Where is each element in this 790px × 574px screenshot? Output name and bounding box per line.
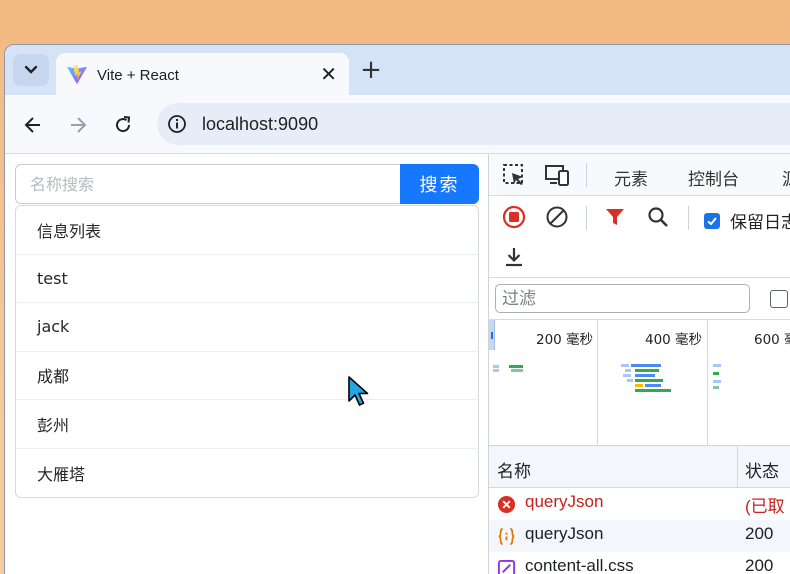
list-item[interactable]: 信息列表 (16, 206, 478, 255)
address-bar[interactable]: localhost:9090 (157, 103, 790, 145)
error-icon (497, 495, 516, 514)
devtools-tab-bar: 元素 控制台 源 (489, 154, 790, 196)
network-overview: 200 毫秒 400 毫秒 600 毫 (489, 320, 790, 446)
tab-search-button[interactable] (13, 54, 49, 86)
filter-input[interactable] (495, 284, 750, 313)
search-icon (648, 207, 668, 227)
request-status: 200 (745, 524, 774, 543)
filter-row (489, 278, 790, 320)
inspect-element-button[interactable] (501, 162, 527, 188)
timeline-column: 200 毫秒 (489, 320, 598, 445)
forward-button[interactable] (66, 113, 90, 137)
timeline-label: 600 毫 (754, 332, 790, 348)
tab-sources[interactable]: 源 (782, 165, 790, 190)
site-info-icon[interactable] (167, 114, 187, 134)
tab-close-button[interactable]: ✕ (320, 63, 337, 85)
search-input[interactable] (15, 164, 400, 204)
record-button[interactable] (501, 204, 527, 230)
preserve-log-toggle[interactable]: 保留日志 (704, 208, 790, 233)
request-name: queryJson (525, 524, 604, 543)
request-status: (已取 (745, 497, 785, 516)
new-tab-button[interactable]: + (357, 55, 385, 85)
clear-button[interactable] (544, 204, 570, 230)
toolbar-divider (688, 206, 689, 230)
tab-console[interactable]: 控制台 (688, 165, 739, 190)
tab-title: Vite + React (97, 66, 179, 84)
timeline-label: 400 毫秒 (645, 332, 703, 348)
list-item[interactable]: 成都 (16, 352, 478, 400)
clear-icon (546, 206, 568, 228)
timeline-label: 200 毫秒 (536, 332, 594, 348)
request-status: 200 (745, 556, 774, 574)
table-row[interactable]: queryJson (已取 (489, 488, 790, 520)
search-network-button[interactable] (645, 204, 671, 230)
browser-window: Vite + React ✕ + localhost:9090 搜索 信息列表 … (4, 44, 790, 574)
invert-checkbox[interactable] (770, 290, 788, 308)
list-item[interactable]: 大雁塔 (16, 449, 478, 498)
vite-logo-icon (66, 64, 88, 85)
list-item[interactable]: 彭州 (16, 400, 478, 449)
back-button[interactable] (21, 113, 45, 137)
table-row[interactable]: queryJson 200 (489, 520, 790, 552)
inspect-icon (503, 164, 523, 185)
download-icon (506, 248, 522, 267)
preserve-log-checkbox[interactable] (704, 212, 720, 229)
tab-vite-react[interactable]: Vite + React ✕ (56, 53, 349, 97)
toolbar-divider (586, 206, 587, 230)
reload-button[interactable] (111, 113, 135, 137)
reload-icon (116, 116, 131, 133)
record-stop-icon (502, 205, 526, 229)
column-header-status[interactable]: 状态 (745, 457, 779, 482)
checkmark-icon (707, 216, 717, 225)
result-list: 信息列表 test jack 成都 彭州 大雁塔 (15, 205, 479, 498)
table-row[interactable]: content-all.css 200 (489, 552, 790, 574)
request-name: queryJson (525, 492, 604, 511)
list-item[interactable]: test (16, 255, 478, 303)
devtools-panel: 元素 控制台 源 (488, 154, 790, 574)
arrow-right-icon (71, 117, 87, 133)
arrow-left-icon (24, 117, 40, 133)
timeline-column: 400 毫秒 (598, 320, 708, 445)
filter-icon (606, 209, 624, 225)
network-toolbar: 保留日志 (489, 196, 790, 278)
list-item[interactable]: jack (16, 303, 478, 352)
preserve-log-label: 保留日志 (730, 213, 790, 233)
json-icon (498, 528, 515, 545)
css-icon (497, 559, 516, 574)
toolbar-divider (586, 163, 587, 187)
filter-toggle-button[interactable] (602, 204, 628, 230)
device-icon (545, 165, 569, 186)
chevron-down-icon (24, 65, 38, 74)
network-request-table: 名称 状态 queryJson (已取 queryJson 200 conten… (489, 446, 790, 574)
device-toolbar-button[interactable] (544, 162, 570, 188)
tab-strip: Vite + React ✕ + (5, 45, 790, 97)
request-name: content-all.css (525, 556, 634, 574)
timeline-handle[interactable] (489, 320, 495, 350)
browser-content: 搜索 信息列表 test jack 成都 彭州 大雁塔 (5, 153, 790, 574)
tab-elements[interactable]: 元素 (614, 165, 648, 190)
browser-toolbar: localhost:9090 (5, 95, 790, 153)
export-har-button[interactable] (501, 244, 527, 270)
mouse-cursor-icon (348, 376, 369, 406)
table-header: 名称 状态 (489, 446, 790, 488)
column-header-name[interactable]: 名称 (497, 457, 531, 482)
web-page: 搜索 信息列表 test jack 成都 彭州 大雁塔 (5, 154, 488, 574)
address-url: localhost:9090 (202, 113, 319, 134)
search-button[interactable]: 搜索 (400, 164, 479, 204)
